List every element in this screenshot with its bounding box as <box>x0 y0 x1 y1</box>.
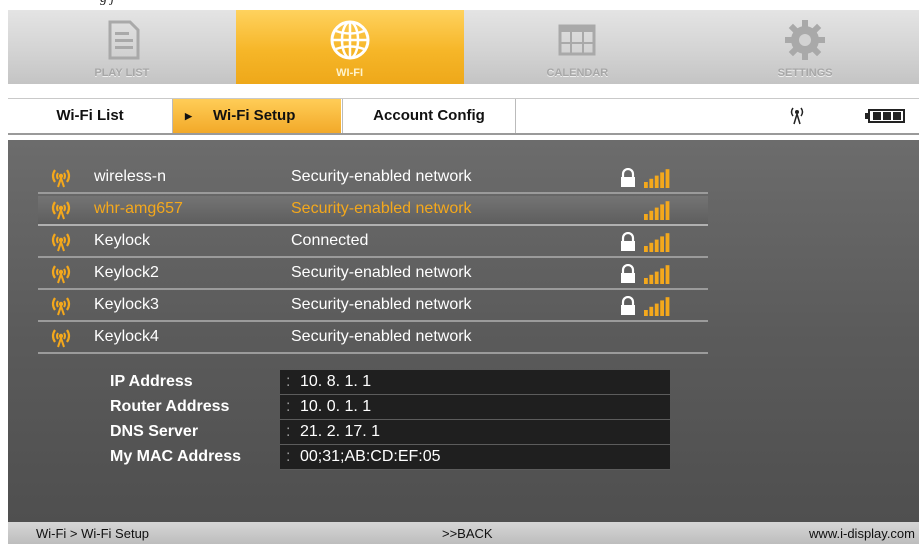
wifi-setup-panel: wireless-n Security-enabled network whr-am… <box>8 140 919 522</box>
info-value-box: : 21. 2. 17. 1 <box>280 420 670 445</box>
network-row[interactable]: Keylock2 Security-enabled network <box>38 260 708 290</box>
calendar-icon <box>558 24 596 56</box>
network-status: Security-enabled network <box>291 200 472 217</box>
back-button[interactable]: >>BACK <box>442 526 493 541</box>
network-row[interactable]: Keylock3 Security-enabled network <box>38 292 708 322</box>
battery-icon <box>865 109 905 123</box>
network-row[interactable]: Keylock4 Security-enabled network <box>38 324 708 354</box>
lock-icon <box>621 232 635 251</box>
wifi-antenna-icon <box>51 329 71 348</box>
info-separator: : <box>286 423 291 440</box>
lock-icon <box>621 296 635 315</box>
document-icon <box>108 20 140 60</box>
wireless-antenna-icon <box>790 107 804 125</box>
tab-wifi-list[interactable]: Wi-Fi List <box>8 99 173 133</box>
info-label: Router Address <box>110 398 230 415</box>
signal-strength-icon <box>644 169 670 188</box>
network-status: Security-enabled network <box>291 264 472 281</box>
nav-label: PLAY LIST <box>94 67 150 79</box>
network-name: Keylock <box>94 232 151 249</box>
nav-settings[interactable]: SETTINGS <box>691 10 919 84</box>
network-name: whr-amg657 <box>94 200 183 217</box>
info-label: My MAC Address <box>110 448 241 465</box>
wifi-antenna-icon <box>51 201 71 220</box>
gear-icon <box>785 20 826 60</box>
signal-strength-icon <box>644 265 670 284</box>
signal-strength-icon <box>644 233 670 252</box>
dns-server-value: 21. 2. 17. 1 <box>300 423 381 440</box>
nav-wifi[interactable]: WI-FI <box>235 10 464 84</box>
signal-strength-icon <box>644 201 670 220</box>
info-separator: : <box>286 448 291 465</box>
top-caption: g j <box>100 0 114 7</box>
network-row[interactable]: wireless-n Security-enabled network <box>38 164 708 194</box>
network-status: Connected <box>291 232 369 249</box>
tab-wifi-setup[interactable]: ▶ Wi-Fi Setup <box>173 99 341 133</box>
tab-label: Wi-Fi Setup <box>213 107 296 124</box>
ip-address-value: 10. 8. 1. 1 <box>300 373 372 390</box>
status-bar: Wi-Fi > Wi-Fi Setup >>BACK www.i-display… <box>8 522 919 544</box>
network-name: wireless-n <box>94 168 167 185</box>
play-arrow-icon: ▶ <box>185 111 192 121</box>
mac-address-value: 00;31;AB:CD:EF:05 <box>300 448 441 465</box>
breadcrumb: Wi-Fi > Wi-Fi Setup <box>36 526 150 541</box>
globe-icon <box>330 20 370 60</box>
tab-bar: Wi-Fi List ▶ Wi-Fi Setup Account Config <box>8 98 919 135</box>
info-value-box: : 10. 8. 1. 1 <box>280 370 670 395</box>
router-address-value: 10. 0. 1. 1 <box>300 398 372 415</box>
info-separator: : <box>286 398 291 415</box>
info-value-box: : 10. 0. 1. 1 <box>280 395 670 420</box>
top-caption-strip: g j <box>0 0 919 10</box>
network-status: Security-enabled network <box>291 296 472 313</box>
nav-play-list[interactable]: PLAY LIST <box>8 10 236 84</box>
info-row-router: Router Address : 10. 0. 1. 1 <box>98 395 678 420</box>
tab-account-config[interactable]: Account Config <box>342 99 516 133</box>
info-row-ip: IP Address : 10. 8. 1. 1 <box>98 370 678 395</box>
info-row-mac: My MAC Address : 00;31;AB:CD:EF:05 <box>98 445 678 470</box>
network-status: Security-enabled network <box>291 328 472 345</box>
signal-strength-icon <box>644 297 670 316</box>
nav-label: SETTINGS <box>777 67 833 79</box>
website-label: www.i-display.com <box>809 526 915 541</box>
network-name: Keylock2 <box>94 264 159 281</box>
nav-label: WI-FI <box>336 67 364 79</box>
info-separator: : <box>286 373 291 390</box>
wifi-antenna-icon <box>51 233 71 252</box>
wifi-antenna-icon <box>51 297 71 316</box>
network-row[interactable]: whr-amg657 Security-enabled network <box>38 196 708 226</box>
nav-calendar[interactable]: CALENDAR <box>464 10 692 84</box>
info-label: DNS Server <box>110 423 199 440</box>
wifi-antenna-icon <box>51 169 71 188</box>
tab-label: Wi-Fi List <box>56 107 124 124</box>
info-value-box: : 00;31;AB:CD:EF:05 <box>280 445 670 470</box>
network-name: Keylock3 <box>94 296 159 313</box>
main-nav: PLAY LIST WI-FI CALENDAR SETTINGS <box>8 10 919 84</box>
lock-icon <box>621 264 635 283</box>
info-row-dns: DNS Server : 21. 2. 17. 1 <box>98 420 678 445</box>
tab-label: Account Config <box>373 107 485 124</box>
lock-icon <box>621 168 635 187</box>
info-label: IP Address <box>110 373 193 390</box>
nav-label: CALENDAR <box>546 67 609 79</box>
network-row[interactable]: Keylock Connected <box>38 228 708 258</box>
network-status: Security-enabled network <box>291 168 472 185</box>
wifi-antenna-icon <box>51 265 71 284</box>
network-name: Keylock4 <box>94 328 159 345</box>
